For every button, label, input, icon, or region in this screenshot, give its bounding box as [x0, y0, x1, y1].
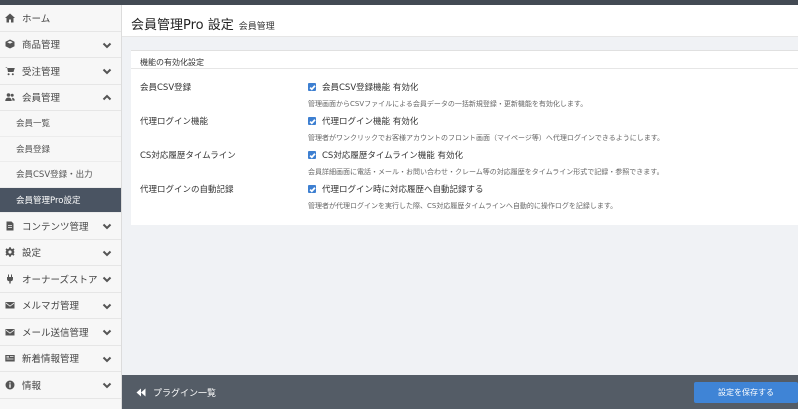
sidebar-subitem-label: 会員管理Pro設定 — [16, 195, 81, 206]
setting-field: 会員CSV登録機能 有効化 管理画面からCSVファイルによる会員データの一括新規… — [308, 81, 587, 109]
cart-icon — [4, 65, 16, 77]
chevron-down-icon[interactable] — [102, 327, 112, 337]
checkbox-checked-icon[interactable] — [308, 83, 316, 91]
chevron-down-icon[interactable] — [102, 66, 112, 76]
setting-label: CS対応履歴タイムライン — [140, 151, 236, 161]
sidebar-item-label: メール送信管理 — [22, 327, 89, 339]
help-text: 管理者がワンクリックでお客様アカウントのフロント画面（マイページ等）へ代理ログイ… — [308, 133, 665, 142]
chevron-down-icon[interactable] — [102, 221, 112, 231]
cube-icon — [4, 38, 16, 50]
checkbox-checked-icon[interactable] — [308, 117, 316, 125]
setting-field: 代理ログイン時に対応履歴へ自動記録する 管理者が代理ログインを実行した際、CS対… — [308, 183, 617, 211]
setting-label: 代理ログイン機能 — [140, 117, 209, 127]
sidebar-item-label: ホーム — [22, 13, 51, 25]
help-text: 会員詳細画面に電話・メール・お問い合わせ・クレーム等の対応履歴をタイムライン形式… — [308, 167, 664, 176]
setting-row-cs-timeline: CS対応履歴タイムライン CS対応履歴タイムライン機能 有効化 会員詳細画面に電… — [131, 149, 798, 183]
sidebar-subitem-label: 会員CSV登録・出力 — [16, 170, 93, 181]
sidebar-item-home[interactable]: ホーム — [0, 5, 121, 32]
sidebar-item-mail-magazine[interactable]: メルマガ管理 — [0, 293, 121, 319]
sidebar-item-news[interactable]: 新着情報管理 — [0, 346, 121, 372]
help-text: 管理画面からCSVファイルによる会員データの一括新規登録・更新機能を有効化します… — [308, 99, 588, 108]
chevron-down-icon[interactable] — [102, 274, 112, 284]
member-csv-checkbox[interactable]: 会員CSV登録機能 有効化 — [308, 81, 418, 93]
page-title: 会員管理Pro 設定 — [131, 18, 234, 33]
sidebar-subitem-label: 会員一覧 — [16, 119, 51, 130]
setting-field: 代理ログイン機能 有効化 管理者がワンクリックでお客様アカウントのフロント画面（… — [308, 115, 664, 143]
save-settings-button[interactable]: 設定を保存する — [694, 382, 798, 403]
home-icon — [4, 12, 16, 24]
sidebar-item-contents[interactable]: コンテンツ管理 — [0, 213, 121, 240]
back-to-plugins-button[interactable]: プラグイン一覧 — [136, 386, 216, 399]
sidebar-item-products[interactable]: 商品管理 — [0, 32, 121, 58]
sidebar-item-mail-send[interactable]: メール送信管理 — [0, 319, 121, 346]
sidebar-subitem-member-register[interactable]: 会員登録 — [0, 136, 121, 162]
setting-row-proxy-auto-record: 代理ログインの自動記録 代理ログイン時に対応履歴へ自動記録する 管理者が代理ログ… — [131, 183, 798, 217]
sidebar-subitem-member-list[interactable]: 会員一覧 — [0, 111, 121, 137]
info-icon — [4, 379, 16, 391]
settings-card: 機能の有効化設定 会員CSV登録 会員CSV登録機能 有効化 管理画面からCSV… — [131, 50, 798, 225]
sidebar-item-info[interactable]: 情報 — [0, 372, 121, 399]
chevron-down-icon[interactable] — [102, 40, 112, 50]
checkbox-checked-icon[interactable] — [308, 185, 316, 193]
sidebar-item-members[interactable]: 会員管理 — [0, 85, 121, 111]
envelope-icon — [4, 299, 16, 311]
chevron-down-icon[interactable] — [102, 380, 112, 390]
checkbox-checked-icon[interactable] — [308, 151, 316, 159]
sidebar-item-settings[interactable]: 設定 — [0, 240, 121, 266]
back-button-label: プラグイン一覧 — [153, 389, 217, 399]
sidebar-item-label: メルマガ管理 — [22, 301, 80, 313]
document-icon — [4, 220, 16, 232]
setting-label: 代理ログインの自動記録 — [140, 185, 234, 195]
sidebar-item-label: 設定 — [22, 248, 42, 260]
envelope-icon — [4, 326, 16, 338]
sidebar-item-orders[interactable]: 受注管理 — [0, 58, 121, 85]
sidebar-item-label: 受注管理 — [22, 66, 61, 78]
gear-icon — [4, 246, 16, 258]
setting-row-proxy-login: 代理ログイン機能 代理ログイン機能 有効化 管理者がワンクリックでお客様アカウン… — [131, 115, 798, 149]
sidebar-subitem-member-pro-settings[interactable]: 会員管理Pro設定 — [0, 187, 121, 213]
newspaper-icon — [4, 352, 16, 364]
sidebar-item-label: 商品管理 — [22, 40, 61, 52]
sidebar-item-label: オーナーズストア — [22, 274, 98, 286]
proxy-auto-record-checkbox[interactable]: 代理ログイン時に対応履歴へ自動記録する — [308, 183, 484, 195]
chevron-down-icon[interactable] — [102, 248, 112, 258]
sidebar-subitem-member-csv[interactable]: 会員CSV登録・出力 — [0, 162, 121, 188]
sidebar-subitem-label: 会員登録 — [16, 144, 51, 155]
proxy-login-checkbox[interactable]: 代理ログイン機能 有効化 — [308, 115, 418, 127]
sidebar-item-label: 情報 — [22, 380, 42, 392]
page-header: 会員管理Pro 設定 会員管理 — [122, 5, 798, 37]
cs-timeline-checkbox[interactable]: CS対応履歴タイムライン機能 有効化 — [308, 149, 463, 161]
sidebar: ホーム 商品管理 受注管理 会員管理 会員一覧 会員登録 会員CSV登録・出力 … — [0, 5, 122, 409]
setting-label: 会員CSV登録 — [140, 83, 192, 93]
chevron-down-icon[interactable] — [102, 301, 112, 311]
card-heading: 機能の有効化設定 — [131, 51, 798, 69]
footer-bar: プラグイン一覧 設定を保存する — [122, 375, 798, 409]
sidebar-item-label: 新着情報管理 — [22, 354, 80, 366]
help-text: 管理者が代理ログインを実行した際、CS対応履歴タイムラインへ自動的に操作ログを記… — [308, 201, 618, 210]
checkbox-label: 会員CSV登録機能 有効化 — [322, 83, 419, 93]
checkbox-label: 代理ログイン機能 有効化 — [322, 117, 419, 127]
double-chevron-left-icon — [136, 388, 146, 397]
chevron-up-icon[interactable] — [102, 93, 112, 103]
main-content: 会員管理Pro 設定 会員管理 機能の有効化設定 会員CSV登録 会員CSV登録… — [122, 5, 798, 375]
checkbox-label: CS対応履歴タイムライン機能 有効化 — [322, 151, 463, 161]
users-icon — [4, 91, 16, 103]
plug-icon — [4, 273, 16, 285]
sidebar-item-label: 会員管理 — [22, 93, 61, 105]
setting-field: CS対応履歴タイムライン機能 有効化 会員詳細画面に電話・メール・お問い合わせ・… — [308, 149, 664, 177]
sidebar-item-owners-store[interactable]: オーナーズストア — [0, 266, 121, 293]
setting-row-member-csv: 会員CSV登録 会員CSV登録機能 有効化 管理画面からCSVファイルによる会員… — [131, 81, 798, 115]
page-subtitle: 会員管理 — [238, 22, 275, 32]
checkbox-label: 代理ログイン時に対応履歴へ自動記録する — [322, 185, 484, 195]
sidebar-item-label: コンテンツ管理 — [22, 221, 89, 233]
chevron-down-icon[interactable] — [102, 354, 112, 364]
